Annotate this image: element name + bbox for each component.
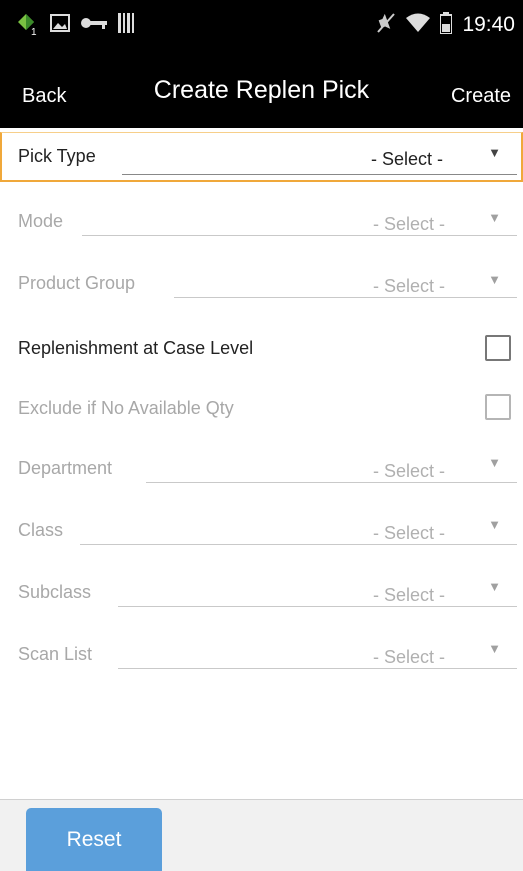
exclude-no-qty-row: Exclude if No Available Qty bbox=[0, 391, 523, 453]
mode-value: - Select - bbox=[372, 214, 445, 234]
chevron-down-icon: ▼ bbox=[488, 210, 501, 225]
subclass-value: - Select - bbox=[372, 585, 445, 605]
case-level-label: Replenishment at Case Level bbox=[18, 338, 254, 358]
subclass-label: Subclass bbox=[18, 582, 92, 602]
barcode-icon bbox=[118, 12, 136, 38]
exclude-no-qty-label: Exclude if No Available Qty bbox=[18, 398, 234, 418]
case-level-checkbox[interactable] bbox=[485, 335, 511, 361]
status-bar-left: 1 bbox=[14, 0, 136, 50]
action-bar: Back Create Replen Pick Create bbox=[0, 50, 523, 128]
product-group-select[interactable]: Product Group - Select - ▼ bbox=[0, 268, 523, 330]
scan-list-select[interactable]: Scan List - Select - ▼ bbox=[0, 639, 523, 701]
department-label: Department bbox=[18, 458, 113, 478]
pick-type-value: - Select - bbox=[370, 149, 443, 169]
class-select[interactable]: Class - Select - ▼ bbox=[0, 515, 523, 577]
department-underline bbox=[146, 482, 517, 483]
class-underline bbox=[80, 544, 517, 545]
image-icon bbox=[50, 13, 70, 37]
screen: 1 19:40 Back Create Replen Pick Create P… bbox=[0, 0, 523, 871]
status-bar: 1 19:40 bbox=[0, 0, 523, 50]
mode-underline bbox=[82, 235, 517, 236]
key-icon bbox=[80, 16, 108, 35]
exclude-no-qty-checkbox[interactable] bbox=[485, 394, 511, 420]
chevron-down-icon: ▼ bbox=[488, 579, 501, 594]
class-label: Class bbox=[18, 520, 64, 540]
subclass-select[interactable]: Subclass - Select - ▼ bbox=[0, 577, 523, 639]
pick-type-label: Pick Type bbox=[18, 146, 96, 166]
chevron-down-icon: ▼ bbox=[488, 517, 501, 532]
department-select[interactable]: Department - Select - ▼ bbox=[0, 453, 523, 515]
chevron-down-icon: ▼ bbox=[488, 455, 501, 470]
page-title: Create Replen Pick bbox=[153, 76, 370, 104]
status-time: 19:40 bbox=[462, 13, 515, 36]
mode-select[interactable]: Mode - Select - ▼ bbox=[0, 206, 523, 268]
scan-list-underline bbox=[118, 668, 517, 669]
product-group-underline bbox=[174, 297, 517, 298]
product-group-label: Product Group bbox=[18, 273, 136, 293]
subclass-underline bbox=[118, 606, 517, 607]
case-level-row: Replenishment at Case Level bbox=[0, 328, 523, 390]
department-value: - Select - bbox=[372, 461, 445, 481]
notification-badge: 1 bbox=[31, 27, 37, 36]
status-bar-right: 19:40 bbox=[376, 0, 515, 50]
bottom-bar: Reset bbox=[0, 799, 523, 871]
battery-icon bbox=[439, 11, 454, 39]
chevron-down-icon: ▼ bbox=[488, 272, 501, 287]
scan-list-label: Scan List bbox=[18, 644, 93, 664]
reset-button[interactable]: Reset bbox=[26, 808, 162, 871]
pick-type-underline bbox=[122, 174, 517, 175]
chevron-down-icon: ▼ bbox=[488, 145, 501, 160]
pick-type-select[interactable]: Pick Type - Select - ▼ bbox=[0, 132, 523, 182]
class-value: - Select - bbox=[372, 523, 445, 543]
create-button[interactable]: Create bbox=[451, 85, 511, 108]
product-group-value: - Select - bbox=[372, 276, 445, 296]
app-notification-icon: 1 bbox=[14, 10, 40, 41]
mute-icon bbox=[376, 12, 396, 39]
scan-list-value: - Select - bbox=[372, 647, 445, 667]
chevron-down-icon: ▼ bbox=[488, 641, 501, 656]
wifi-icon bbox=[406, 13, 431, 38]
mode-label: Mode bbox=[18, 211, 64, 231]
